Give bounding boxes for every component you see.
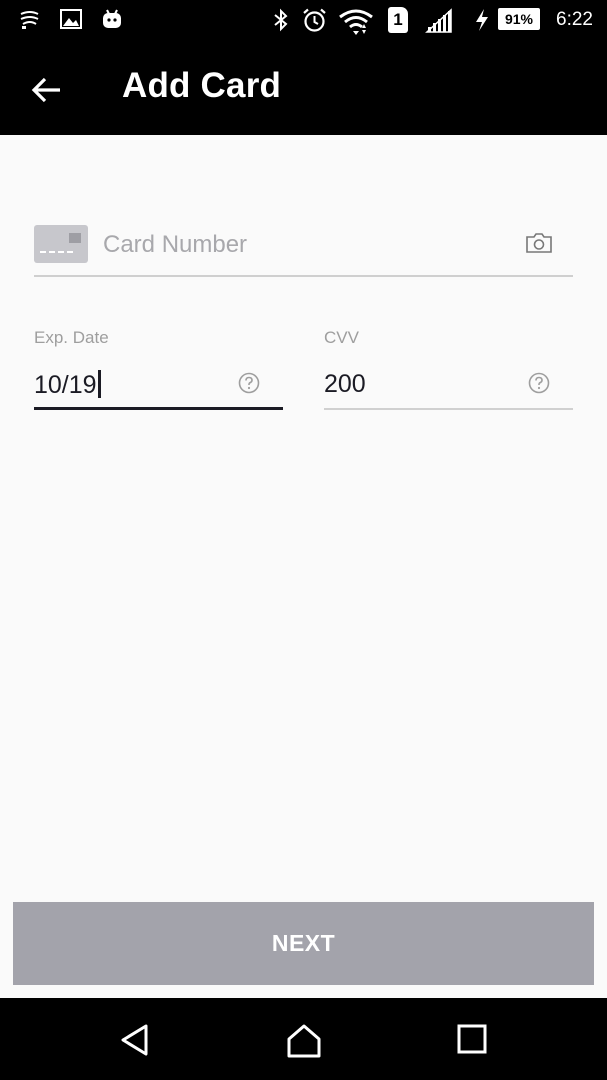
arrow-left-icon[interactable] (26, 70, 66, 110)
exp-date-value-wrap: 10/19 (34, 370, 101, 400)
system-nav-bar (0, 998, 607, 1080)
recents-icon[interactable] (456, 1023, 488, 1055)
card-number-row (34, 222, 573, 277)
app-bar: Add Card (0, 40, 607, 135)
exp-date-value: 10/19 (34, 371, 97, 399)
question-circle-icon[interactable] (238, 372, 260, 394)
alarm-icon (303, 8, 326, 32)
cvv-label: CVV (324, 328, 359, 347)
card-number-input[interactable] (101, 222, 505, 268)
charging-icon (476, 9, 488, 31)
battery-percentage: 91% (504, 11, 534, 27)
wifi-icon (339, 9, 373, 35)
camera-icon[interactable] (525, 232, 553, 254)
page-title: Add Card (122, 66, 282, 105)
signal-icon (425, 8, 452, 33)
back-triangle-icon[interactable] (118, 1023, 152, 1057)
exp-date-field[interactable]: 10/19 (34, 362, 283, 410)
cvv-field[interactable]: 200 (324, 362, 573, 410)
image-icon (60, 9, 82, 29)
status-bar: 1 91% 6:22 (0, 0, 607, 40)
bluetooth-icon (274, 8, 288, 32)
cast-icon (20, 11, 39, 29)
exp-date-label: Exp. Date (34, 328, 109, 347)
home-icon[interactable] (285, 1023, 323, 1059)
status-time: 6:22 (556, 9, 593, 30)
android-icon (103, 9, 121, 28)
cvv-value: 200 (324, 370, 366, 398)
credit-card-icon (34, 225, 88, 263)
battery-icon: 91% (498, 8, 540, 30)
question-circle-icon[interactable] (528, 372, 550, 394)
next-button[interactable]: NEXT (13, 902, 594, 985)
sim-slot-number: 1 (393, 10, 403, 29)
text-cursor (97, 370, 101, 398)
sim-icon: 1 (388, 7, 408, 33)
